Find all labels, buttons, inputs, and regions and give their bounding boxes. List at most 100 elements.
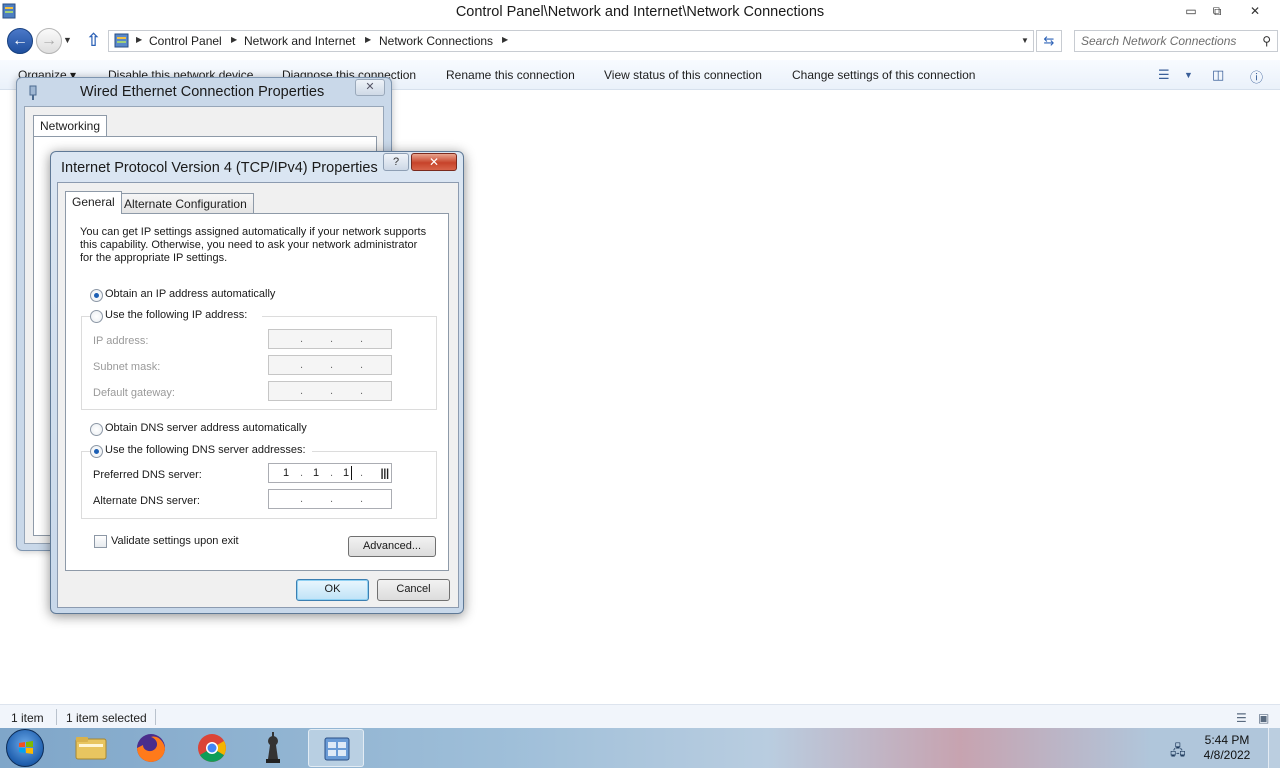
status-divider — [56, 709, 57, 725]
view-status-button[interactable]: View status of this connection — [604, 68, 762, 82]
recent-pages-chevron-down-icon[interactable]: ▼ — [63, 35, 72, 45]
breadcrumb-chevron-icon[interactable]: ▶ — [365, 35, 371, 44]
dns-auto-radio[interactable] — [90, 423, 103, 436]
text-caret — [351, 466, 352, 480]
back-button[interactable]: ← — [7, 28, 33, 54]
ip-auto-label[interactable]: Obtain an IP address automatically — [105, 288, 275, 300]
intro-text: You can get IP settings assigned automat… — [80, 226, 427, 264]
dialog-help-button[interactable]: ? — [383, 153, 409, 171]
ip-address-group: IP address: ... Subnet mask: ... Default… — [81, 316, 437, 410]
details-view-icon[interactable]: ☰ — [1236, 711, 1247, 725]
show-desktop-button[interactable] — [1268, 728, 1280, 768]
network-tray-icon[interactable]: 🖧 — [1170, 740, 1186, 764]
ipv4-properties-dialog: Internet Protocol Version 4 (TCP/IPv4) P… — [50, 151, 464, 614]
dns-auto-label[interactable]: Obtain DNS server address automatically — [105, 422, 307, 434]
ip-address-label: IP address: — [93, 335, 149, 347]
search-icon[interactable]: ⚲ — [1262, 34, 1271, 48]
cancel-button[interactable]: Cancel — [377, 579, 450, 601]
help-icon[interactable]: ⓘ — [1250, 67, 1263, 86]
ip-auto-radio[interactable] — [90, 289, 103, 302]
search-box[interactable]: ⚲ — [1074, 30, 1278, 52]
control-panel-icon — [114, 33, 129, 48]
validate-settings-checkbox[interactable] — [94, 535, 107, 548]
address-history-chevron-down-icon[interactable]: ▼ — [1021, 36, 1029, 45]
dns-manual-radio-row[interactable]: Use the following DNS server addresses: — [90, 443, 312, 459]
ethernet-dialog-title: Wired Ethernet Connection Properties — [80, 84, 325, 100]
default-gateway-label: Default gateway: — [93, 387, 175, 399]
breadcrumb-item-network-and-internet[interactable]: Network and Internet — [244, 34, 355, 48]
selected-count: 1 item selected — [66, 711, 147, 725]
subnet-mask-field: ... — [268, 355, 392, 375]
dialog-close-button[interactable]: ✕ — [411, 153, 457, 171]
preview-pane-icon[interactable]: ◫ — [1212, 67, 1224, 83]
rename-button[interactable]: Rename this connection — [446, 68, 575, 82]
breadcrumb-chevron-icon[interactable]: ▶ — [502, 35, 508, 44]
text-cursor-icon: Ⅲ — [380, 466, 390, 482]
window-title: Control Panel\Network and Internet\Netwo… — [455, 4, 825, 20]
tab-alternate-configuration[interactable]: Alternate Configuration — [117, 193, 254, 213]
network-adapter-icon — [29, 85, 37, 100]
preferred-dns-label: Preferred DNS server: — [93, 469, 202, 481]
ipv4-dialog-title: Internet Protocol Version 4 (TCP/IPv4) P… — [61, 160, 378, 176]
default-gateway-field: ... — [268, 381, 392, 401]
dns-server-group: Preferred DNS server: 1 . 1 . 1 . Ⅲ Alte… — [81, 451, 437, 519]
alternate-dns-field[interactable]: ... — [268, 489, 392, 509]
alternate-dns-label: Alternate DNS server: — [93, 495, 200, 507]
ip-address-field: ... — [268, 329, 392, 349]
breadcrumb[interactable]: ▶ Control Panel ▶ Network and Internet ▶… — [108, 30, 1034, 52]
taskbar-firefox[interactable] — [123, 729, 179, 767]
item-count: 1 item — [11, 711, 44, 725]
window-close-button[interactable]: ✕ — [1244, 2, 1266, 20]
forward-button[interactable]: → — [36, 28, 62, 54]
preferred-dns-octet-2[interactable]: 1 — [309, 467, 323, 479]
ipv4-dialog-body: General Alternate Configuration You can … — [57, 182, 459, 608]
clock-time: 5:44 PM — [1204, 733, 1250, 747]
tiles-view-icon[interactable]: ▣ — [1258, 711, 1269, 725]
subnet-mask-label: Subnet mask: — [93, 361, 161, 373]
ip-manual-label[interactable]: Use the following IP address: — [105, 309, 247, 321]
breadcrumb-item-network-connections[interactable]: Network Connections — [379, 34, 493, 48]
windows-logo-icon — [19, 741, 33, 754]
view-options-chevron-down-icon[interactable]: ▼ — [1184, 70, 1193, 80]
view-options-icon[interactable]: ☰ — [1158, 67, 1170, 83]
ip-manual-radio[interactable] — [90, 310, 103, 323]
taskbar-control-panel[interactable] — [308, 729, 364, 767]
taskbar-windows-explorer[interactable] — [62, 729, 118, 767]
up-arrow-icon[interactable]: ⇧ — [86, 30, 101, 51]
taskbar-chrome[interactable] — [184, 729, 240, 767]
window-titlebar: Control Panel\Network and Internet\Netwo… — [0, 0, 1280, 24]
close-icon: ✕ — [365, 81, 375, 93]
folder-icon — [75, 737, 107, 760]
dns-manual-label[interactable]: Use the following DNS server addresses: — [105, 444, 306, 456]
search-input[interactable] — [1081, 34, 1251, 48]
breadcrumb-chevron-icon[interactable]: ▶ — [231, 35, 237, 44]
ip-manual-radio-row[interactable]: Use the following IP address: — [90, 308, 262, 324]
maximize-button[interactable]: ⧉ — [1206, 2, 1228, 20]
ethernet-dialog-close-button[interactable]: ✕ — [355, 79, 385, 96]
minimize-button[interactable]: ▭ — [1180, 2, 1202, 20]
taskbar-chess-app[interactable] — [245, 729, 301, 767]
forward-arrow-icon: → — [41, 32, 57, 49]
validate-settings-label[interactable]: Validate settings upon exit — [111, 535, 239, 547]
advanced-button[interactable]: Advanced... — [348, 536, 436, 557]
dns-manual-radio[interactable] — [90, 445, 103, 458]
refresh-icon: ⇆ — [1043, 33, 1055, 48]
preferred-dns-field[interactable]: 1 . 1 . 1 . — [268, 463, 392, 483]
back-arrow-icon: ← — [12, 32, 28, 49]
preferred-dns-octet-1[interactable]: 1 — [279, 467, 293, 479]
chess-piece-icon — [266, 732, 280, 763]
refresh-button[interactable]: ⇆ — [1036, 30, 1062, 52]
taskbar: 🖧 5:44 PM 4/8/2022 — [0, 728, 1280, 768]
tab-general[interactable]: General — [65, 191, 122, 214]
firefox-icon — [137, 734, 165, 762]
breadcrumb-item-control-panel[interactable]: Control Panel — [149, 34, 222, 48]
status-divider — [155, 709, 156, 725]
breadcrumb-chevron-icon[interactable]: ▶ — [136, 35, 142, 44]
ok-button[interactable]: OK — [296, 579, 369, 601]
start-button[interactable] — [6, 729, 44, 767]
change-settings-button[interactable]: Change settings of this connection — [792, 68, 975, 82]
clock[interactable]: 5:44 PM 4/8/2022 — [1196, 733, 1258, 763]
status-bar: 1 item 1 item selected ☰ ▣ — [0, 704, 1280, 728]
tab-networking[interactable]: Networking — [33, 115, 108, 137]
chrome-icon — [198, 734, 226, 762]
